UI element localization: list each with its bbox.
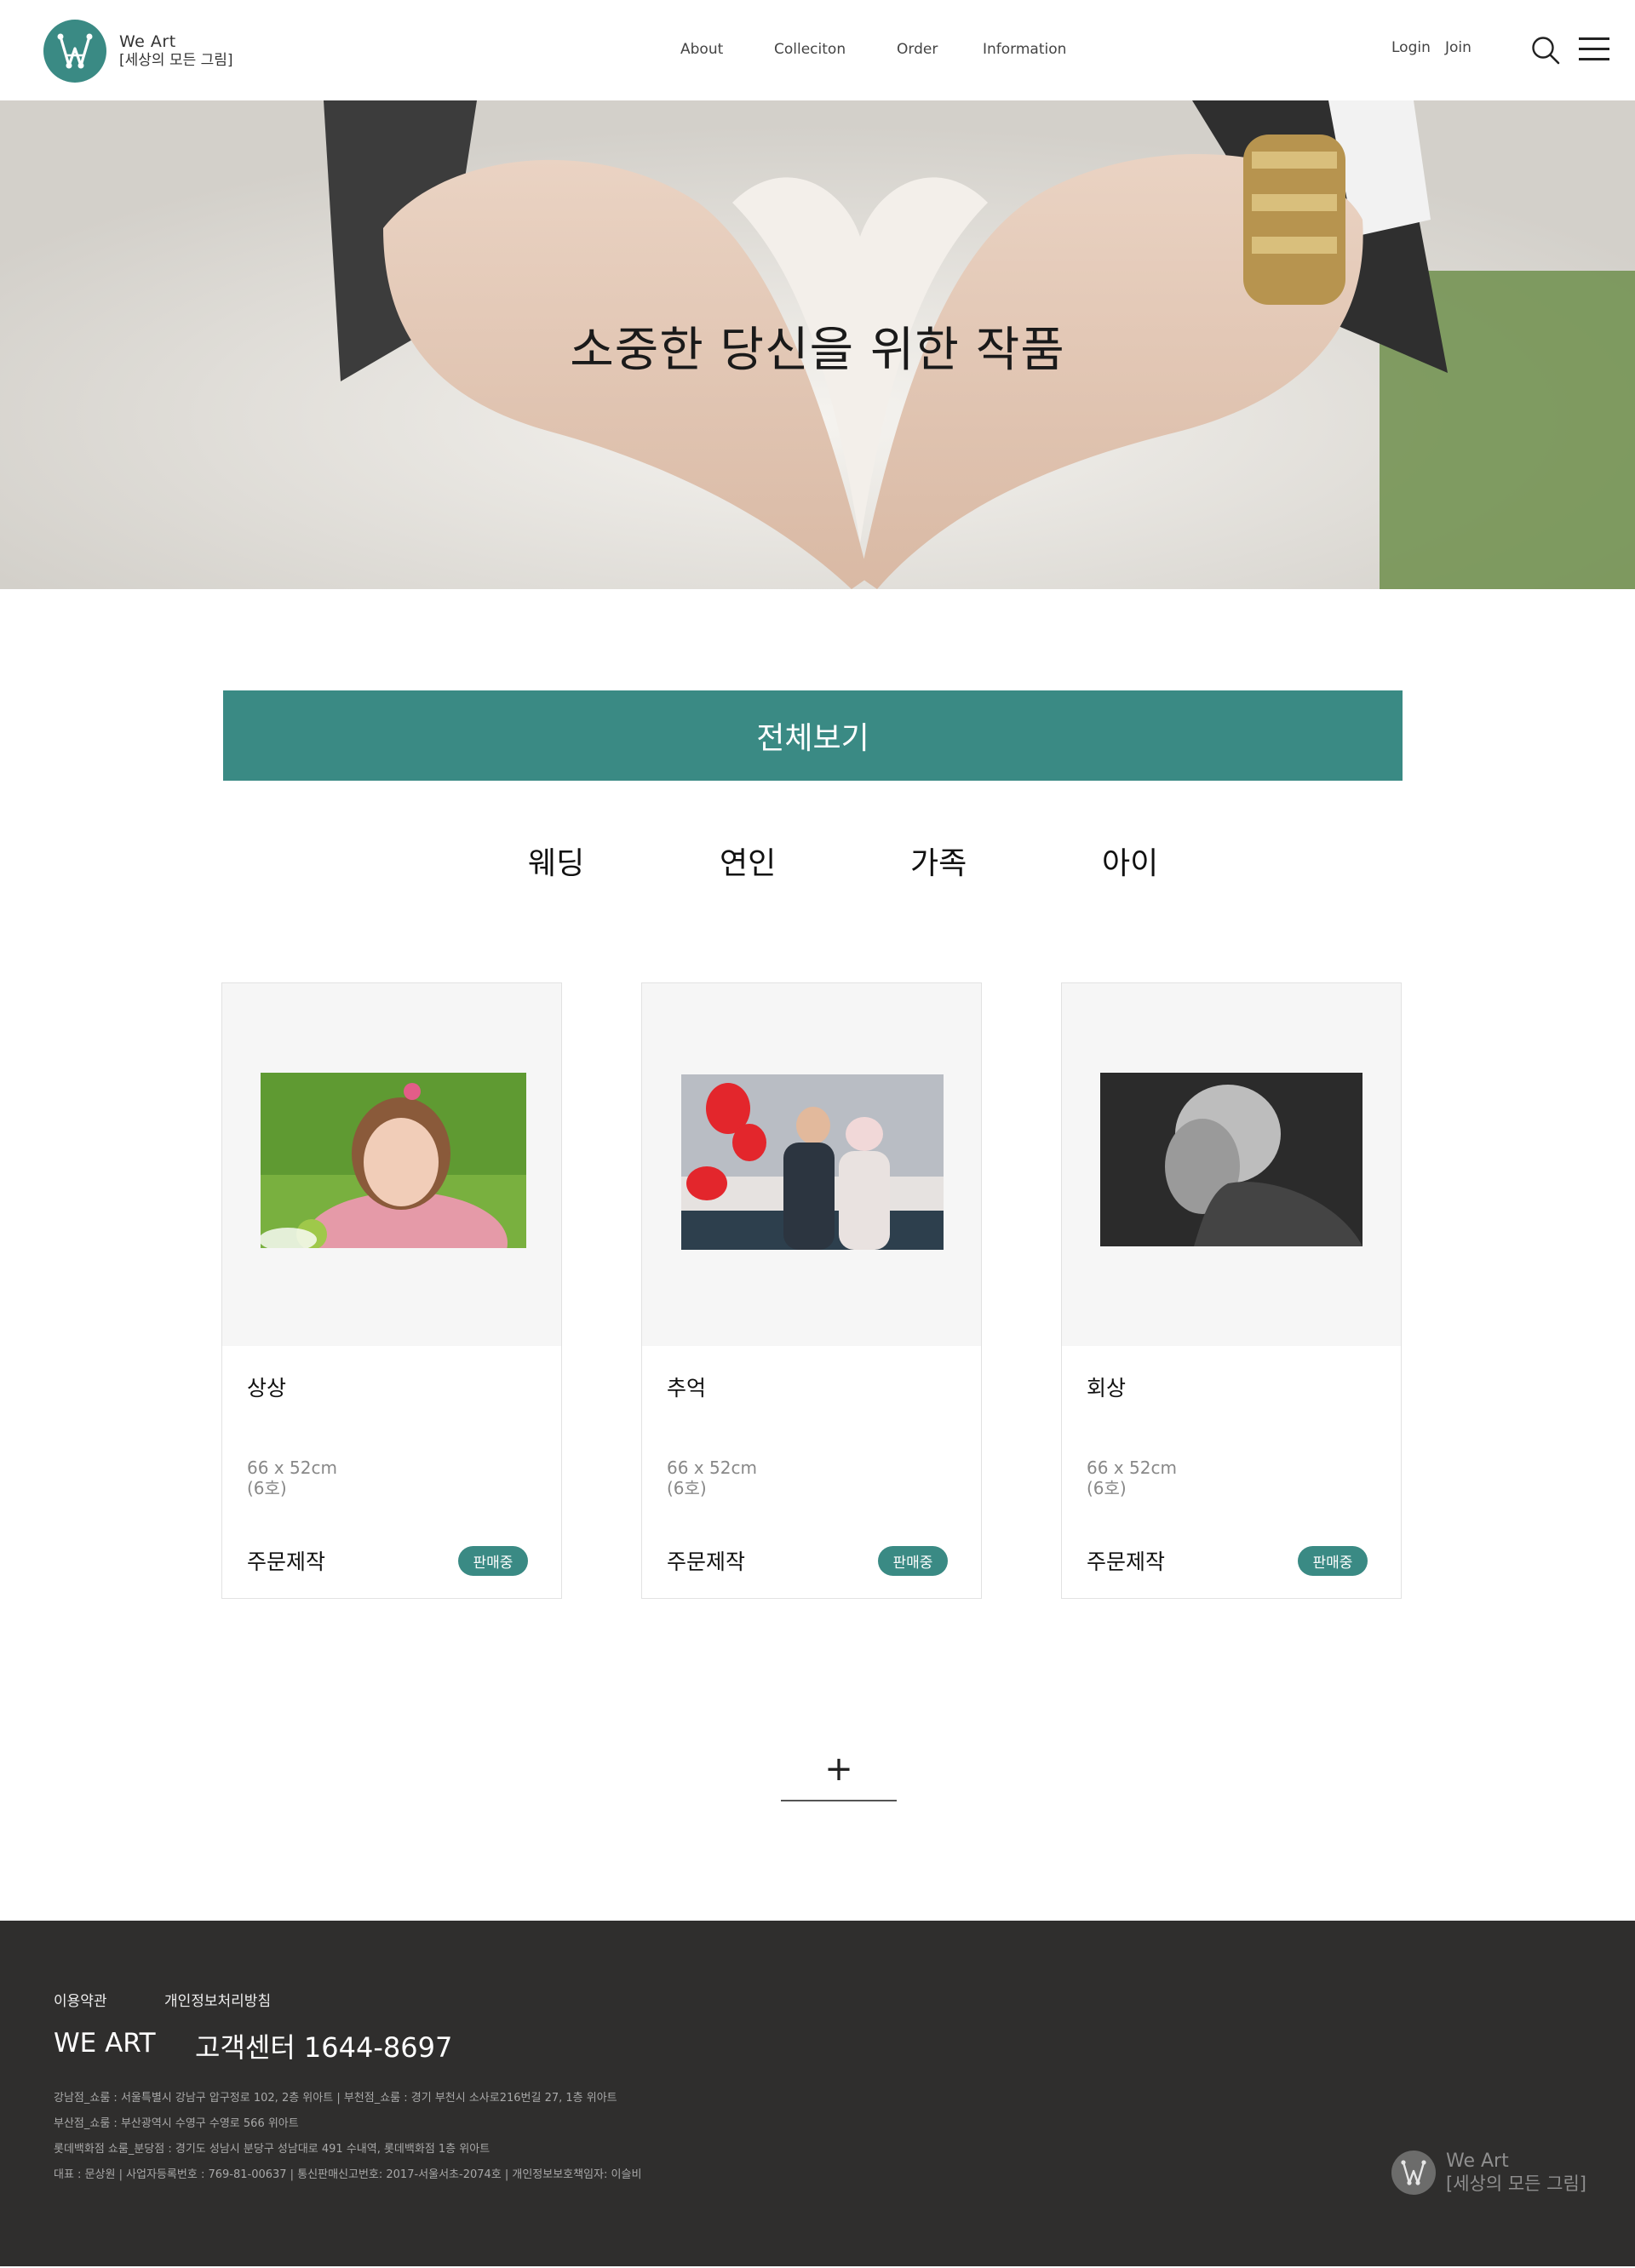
- customer-center-phone: 고객센터 1644-8697: [195, 2031, 453, 2064]
- company-info-line: 강남점_쇼룸 : 서울특별시 강남구 압구정로 102, 2층 위아트 | 부천…: [54, 2092, 617, 2105]
- company-info-line: 롯데백화점 쇼룸_분당점 : 경기도 성남시 분당구 성남대로 491 수내역,…: [54, 2143, 490, 2156]
- company-info-line: 부산점_쇼룸 : 부산광역시 수영구 수영로 566 위아트: [54, 2117, 299, 2130]
- view-all-button[interactable]: 전체보기: [223, 690, 1403, 781]
- footer-links: 이용약관 개인정보처리방침: [54, 1989, 324, 2010]
- footer-brand: WE ART: [54, 2028, 156, 2059]
- couple-kiss-image: [681, 1074, 944, 1250]
- privacy-policy-link[interactable]: 개인정보처리방침: [164, 1993, 271, 2010]
- tab-child[interactable]: 아이: [1102, 839, 1158, 883]
- product-title: 상상: [247, 1376, 287, 1400]
- product-card[interactable]: 추억 66 x 52cm (6호) 주문제작 판매중: [641, 982, 982, 1599]
- tab-family[interactable]: 가족: [910, 839, 967, 883]
- product-title: 회상: [1087, 1376, 1127, 1400]
- tab-wedding[interactable]: 웨딩: [528, 839, 584, 883]
- custom-order-label[interactable]: 주문제작: [1087, 1545, 1165, 1576]
- nav-order[interactable]: Order: [897, 41, 938, 58]
- product-title: 추억: [667, 1376, 707, 1400]
- status-badge: 판매중: [1298, 1546, 1368, 1576]
- product-size: 66 x 52cm (6호): [1087, 1458, 1177, 1498]
- nav-about[interactable]: About: [680, 41, 723, 58]
- product-card[interactable]: 회상 66 x 52cm (6호) 주문제작 판매중: [1061, 982, 1402, 1599]
- product-thumbnail[interactable]: [222, 983, 561, 1346]
- main-nav: About Colleciton Order Information: [0, 41, 1635, 63]
- product-size: 66 x 52cm (6호): [667, 1458, 757, 1498]
- custom-order-label[interactable]: 주문제작: [667, 1545, 745, 1576]
- tab-couple[interactable]: 연인: [720, 839, 776, 883]
- join-link[interactable]: Join: [1445, 39, 1472, 56]
- custom-order-label[interactable]: 주문제작: [247, 1545, 325, 1576]
- hero-title: 소중한 당신을 위한 작품: [570, 323, 1065, 378]
- product-thumbnail[interactable]: [642, 983, 981, 1346]
- hero-banner: 소중한 당신을 위한 작품: [0, 100, 1635, 589]
- search-icon[interactable]: [1531, 36, 1560, 65]
- status-badge: 판매중: [458, 1546, 528, 1576]
- site-header: We Art [세상의 모든 그림] About Colleciton Orde…: [0, 0, 1635, 100]
- login-link[interactable]: Login: [1391, 39, 1431, 56]
- site-footer: 이용약관 개인정보처리방침 WE ART 고객센터 1644-8697 강남점_…: [0, 1921, 1635, 2266]
- status-badge: 판매중: [878, 1546, 948, 1576]
- hamburger-menu-icon[interactable]: [1579, 37, 1609, 63]
- footer-logo-title: We Art: [1446, 2151, 1509, 2173]
- product-size: 66 x 52cm (6호): [247, 1458, 337, 1498]
- footer-logo: We Art [세상의 모든 그림]: [1391, 2151, 1586, 2195]
- nav-information[interactable]: Information: [983, 41, 1066, 58]
- company-info: 강남점_쇼룸 : 서울특별시 강남구 압구정로 102, 2층 위아트 | 부천…: [54, 2086, 641, 2188]
- footer-logo-subtitle: [세상의 모든 그림]: [1446, 2173, 1586, 2194]
- terms-link[interactable]: 이용약관: [54, 1993, 107, 2010]
- elderly-woman-portrait-image: [1100, 1073, 1362, 1246]
- product-thumbnail[interactable]: [1062, 983, 1401, 1346]
- company-info-line: 대표 : 문상원 | 사업자등록번호 : 769-81-00637 | 통신판매…: [54, 2168, 642, 2181]
- load-more-button[interactable]: +: [781, 1747, 897, 1801]
- product-card[interactable]: 상상 66 x 52cm (6호) 주문제작 판매중: [221, 982, 562, 1599]
- we-art-logo-icon: [1391, 2151, 1436, 2195]
- girl-portrait-image: [261, 1073, 526, 1248]
- nav-collection[interactable]: Colleciton: [774, 41, 846, 58]
